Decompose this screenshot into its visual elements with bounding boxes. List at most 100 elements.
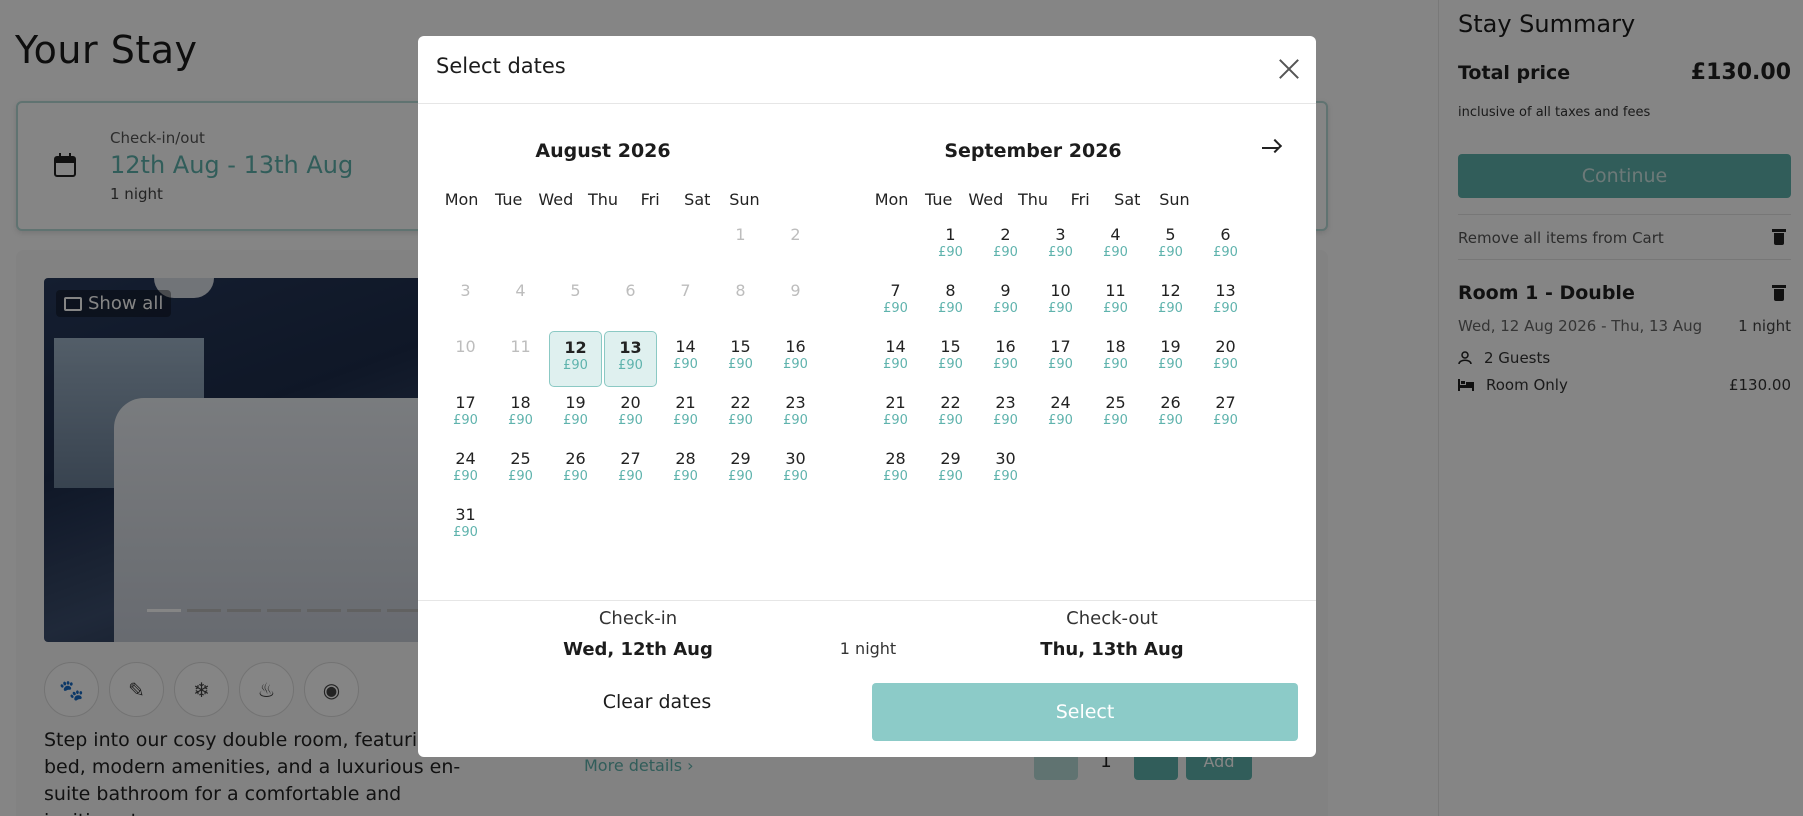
day-cell[interactable]: 3 £90 [1033, 219, 1088, 275]
day-cell[interactable]: 2 £90 [978, 219, 1033, 275]
day-number: 24 [455, 449, 476, 468]
stay-page: Your Stay s Check-in/out 12th Aug - 13th… [0, 0, 1803, 816]
day-number: 27 [1215, 393, 1236, 412]
day-number: 25 [1105, 393, 1126, 412]
day-cell[interactable]: 29 £90 [923, 443, 978, 499]
day-cell[interactable]: 21 £90 [868, 387, 923, 443]
month-title: September 2026 [944, 140, 1122, 162]
month-august: August 2026 Mon Tue Wed Thu Fri Sat Sun … [438, 140, 808, 555]
day-number: 27 [620, 449, 641, 468]
day-cell[interactable]: 28 £90 [868, 443, 923, 499]
day-number: 14 [675, 337, 696, 356]
day-price: £90 [938, 413, 963, 428]
day-number: 3 [460, 281, 471, 300]
day-cell[interactable]: 29 £90 [713, 443, 768, 499]
day-cell[interactable]: 1 £90 [923, 219, 978, 275]
day-number: 8 [945, 281, 956, 300]
day-cell: 1 [713, 219, 768, 275]
day-price: £90 [993, 413, 1018, 428]
weekday-label: Mon [444, 190, 479, 209]
day-price: £90 [938, 357, 963, 372]
day-price: £90 [508, 469, 533, 484]
day-price: £90 [1103, 413, 1128, 428]
day-price: £90 [1103, 301, 1128, 316]
day-cell[interactable]: 15 £90 [713, 331, 768, 387]
day-cell[interactable]: 11 £90 [1088, 275, 1143, 331]
day-number: 30 [995, 449, 1016, 468]
day-price: £90 [1158, 245, 1183, 260]
day-price: £90 [783, 357, 808, 372]
day-cell[interactable]: 19 £90 [1143, 331, 1198, 387]
day-number: 29 [940, 449, 961, 468]
day-cell[interactable]: 22 £90 [923, 387, 978, 443]
day-cell: 11 [493, 331, 548, 387]
day-cell[interactable]: 18 £90 [493, 387, 548, 443]
day-cell[interactable]: 13 £90 [604, 331, 657, 387]
day-number: 12 [1160, 281, 1181, 300]
clear-dates-button[interactable]: Clear dates [537, 682, 777, 722]
day-cell[interactable]: 4 £90 [1088, 219, 1143, 275]
day-cell[interactable]: 14 £90 [658, 331, 713, 387]
day-cell[interactable]: 28 £90 [658, 443, 713, 499]
day-cell[interactable]: 23 £90 [978, 387, 1033, 443]
day-cell[interactable]: 20 £90 [1198, 331, 1253, 387]
day-cell[interactable]: 7 £90 [868, 275, 923, 331]
day-cell[interactable]: 26 £90 [548, 443, 603, 499]
day-cell[interactable]: 27 £90 [1198, 387, 1253, 443]
select-button[interactable]: Select [872, 683, 1298, 741]
close-icon[interactable] [1276, 56, 1302, 82]
weekday-label: Thu [587, 190, 619, 209]
day-number: 14 [885, 337, 906, 356]
day-number: 2 [1000, 225, 1011, 244]
day-number: 23 [785, 393, 806, 412]
day-price: £90 [453, 469, 478, 484]
day-cell[interactable]: 24 £90 [1033, 387, 1088, 443]
day-cell[interactable]: 24 £90 [438, 443, 493, 499]
day-cell: 3 [438, 275, 493, 331]
day-cell[interactable]: 19 £90 [548, 387, 603, 443]
day-price: £90 [563, 358, 588, 373]
day-cell[interactable]: 17 £90 [438, 387, 493, 443]
day-cell[interactable]: 22 £90 [713, 387, 768, 443]
day-cell[interactable]: 10 £90 [1033, 275, 1088, 331]
day-number: 11 [510, 337, 531, 356]
weekday-label: Thu [1017, 190, 1049, 209]
day-price: £90 [673, 469, 698, 484]
day-cell: 7 [658, 275, 713, 331]
day-cell[interactable]: 16 £90 [768, 331, 823, 387]
day-cell[interactable]: 25 £90 [1088, 387, 1143, 443]
day-cell[interactable]: 30 £90 [978, 443, 1033, 499]
weekday-label: Sat [1114, 190, 1141, 209]
day-number: 15 [940, 337, 961, 356]
day-cell[interactable]: 12 £90 [549, 331, 602, 387]
day-cell[interactable]: 5 £90 [1143, 219, 1198, 275]
day-cell[interactable]: 8 £90 [923, 275, 978, 331]
day-cell[interactable]: 14 £90 [868, 331, 923, 387]
day-cell[interactable]: 31 £90 [438, 499, 493, 555]
day-cell[interactable]: 6 £90 [1198, 219, 1253, 275]
day-price: £90 [883, 301, 908, 316]
day-cell[interactable]: 15 £90 [923, 331, 978, 387]
day-cell[interactable]: 17 £90 [1033, 331, 1088, 387]
day-cell[interactable]: 25 £90 [493, 443, 548, 499]
day-price: £90 [508, 413, 533, 428]
day-price: £90 [563, 469, 588, 484]
next-month-arrow-icon[interactable] [1259, 136, 1283, 160]
month-september: September 2026 Mon Tue Wed Thu Fri Sat S… [868, 140, 1238, 499]
day-cell[interactable]: 13 £90 [1198, 275, 1253, 331]
day-number: 26 [1160, 393, 1181, 412]
day-cell[interactable]: 26 £90 [1143, 387, 1198, 443]
day-cell[interactable]: 18 £90 [1088, 331, 1143, 387]
day-cell[interactable]: 20 £90 [603, 387, 658, 443]
day-cell[interactable]: 12 £90 [1143, 275, 1198, 331]
day-number: 7 [680, 281, 691, 300]
day-cell[interactable]: 27 £90 [603, 443, 658, 499]
day-cell[interactable]: 23 £90 [768, 387, 823, 443]
weekday-label: Wed [968, 190, 1004, 209]
day-cell[interactable]: 30 £90 [768, 443, 823, 499]
day-number: 9 [1000, 281, 1011, 300]
day-cell[interactable]: 16 £90 [978, 331, 1033, 387]
day-cell[interactable]: 9 £90 [978, 275, 1033, 331]
day-price: £90 [993, 469, 1018, 484]
day-cell[interactable]: 21 £90 [658, 387, 713, 443]
